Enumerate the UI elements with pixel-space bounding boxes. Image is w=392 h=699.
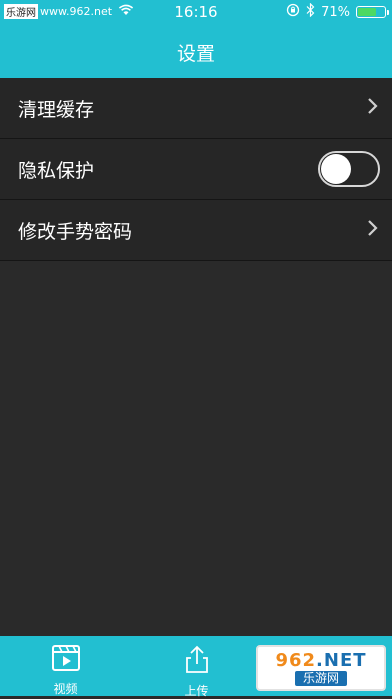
toggle-knob [321,154,351,184]
tab-video[interactable]: 视频 [0,636,131,696]
status-right: 71% [286,2,389,21]
battery-percent: 71% [321,4,350,20]
settings-item-privacy: 隐私保护 [0,139,392,200]
watermark-sub: 乐游网 [294,670,347,686]
tab-upload[interactable]: 上传 [131,636,262,698]
settings-item-label: 清理缓存 [18,98,95,121]
nav-bar: 设置 [0,26,392,78]
battery-fill [358,8,376,16]
tab-label: 视频 [53,682,78,696]
page-title: 设置 [176,42,215,65]
settings-item-label: 隐私保护 [18,159,95,182]
orientation-lock-icon [286,3,300,21]
settings-list: 清理缓存 隐私保护 修改手势密码 [0,78,392,261]
privacy-toggle[interactable] [318,151,380,187]
settings-item-label: 修改手势密码 [18,220,133,243]
bluetooth-icon [306,2,315,21]
chevron-right-icon [366,219,380,241]
watermark-main: 962.NET [275,649,367,671]
watermark-logo: 962.NET 乐游网 [256,645,386,691]
status-bar: 乐游网 www.962.net 16:16 71% [0,0,392,26]
settings-item-clear-cache[interactable]: 清理缓存 [0,78,392,139]
video-icon [51,644,81,676]
battery-icon [356,6,389,18]
tab-label: 上传 [184,684,209,698]
chevron-right-icon [366,97,380,119]
watermark-suffix: .NET [316,649,367,671]
upload-icon [182,644,212,678]
settings-item-change-gesture-password[interactable]: 修改手势密码 [0,200,392,261]
watermark-number: 962 [275,649,317,671]
